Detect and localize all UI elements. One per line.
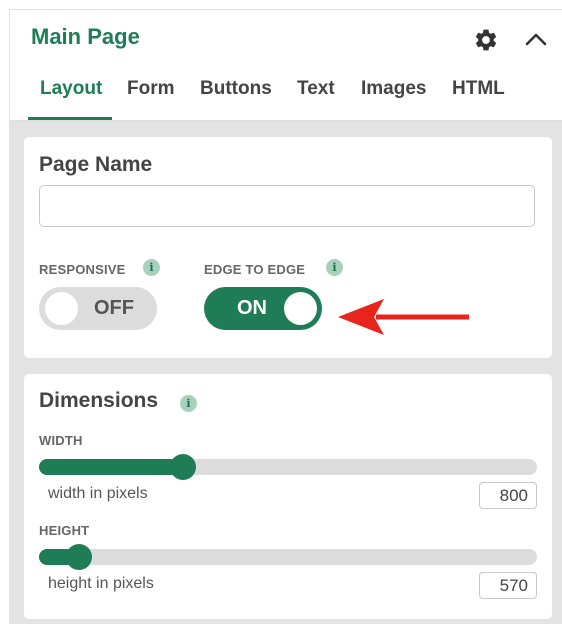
height-hint: height in pixels [48,575,154,592]
tab-buttons[interactable]: Buttons [200,78,272,100]
gear-icon[interactable] [473,27,499,53]
responsive-toggle-state: OFF [94,297,134,319]
responsive-toggle[interactable]: OFF [39,287,157,330]
page-name-heading: Page Name [39,153,153,176]
tab-layout[interactable]: Layout [40,78,102,100]
page-name-input[interactable] [39,185,535,227]
main-page-panel: Main Page Layout Form Buttons Text Image… [9,9,562,624]
height-value-field[interactable]: 570 [479,572,537,599]
info-icon[interactable]: i [326,259,343,276]
tab-text[interactable]: Text [297,78,335,100]
page-name-card: Page Name RESPONSIVE i OFF EDGE TO EDGE … [24,137,552,358]
info-icon[interactable]: i [180,395,197,412]
edge-to-edge-toggle[interactable]: ON [204,287,322,330]
width-value-field[interactable]: 800 [479,482,537,509]
width-label: WIDTH [39,433,83,448]
height-slider[interactable] [39,544,537,570]
width-slider-thumb[interactable] [170,454,197,480]
chevron-up-icon[interactable] [524,28,548,52]
height-slider-thumb[interactable] [65,544,92,570]
height-label: HEIGHT [39,523,90,538]
width-slider-fill [39,459,184,475]
dimensions-card: Dimensions i WIDTH width in pixels 800 H… [24,374,552,619]
toggle-knob [284,292,317,325]
edge-to-edge-toggle-state: ON [237,297,267,319]
width-hint: width in pixels [48,485,148,502]
tab-form[interactable]: Form [127,78,175,100]
toggle-knob [45,292,78,325]
page-title: Main Page [31,24,140,49]
info-icon[interactable]: i [143,259,160,276]
dimensions-heading: Dimensions [39,389,159,412]
tab-images[interactable]: Images [361,78,426,100]
annotation-arrow-icon [338,299,469,335]
tab-bar: Layout Form Buttons Text Images HTML [10,70,562,122]
width-slider[interactable] [39,454,537,480]
edge-to-edge-label: EDGE TO EDGE [204,262,306,277]
tab-html[interactable]: HTML [452,78,505,100]
responsive-label: RESPONSIVE [39,262,126,277]
panel-header: Main Page Layout Form Buttons Text Image… [10,10,562,122]
